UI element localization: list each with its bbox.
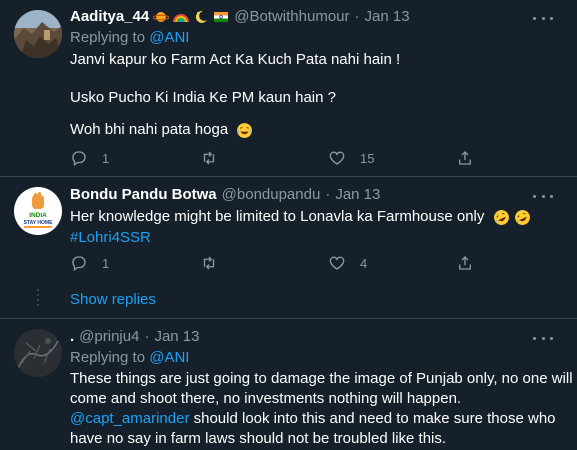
retweet-button[interactable] — [200, 147, 232, 169]
rainbow-emoji-icon — [173, 9, 190, 25]
retweet-icon — [203, 151, 215, 165]
tweet-bondupandu[interactable]: INDIA STAY HOME Bondu Pandu Botwa @bondu… — [0, 177, 577, 317]
reply-count: 1 — [102, 255, 110, 271]
tweet-text-line-with-emoji: Her knowledge might be limited to Lonavl… — [70, 207, 530, 227]
tweet-header: Aaditya_44 @Botwithhumour · Jan 13 — [70, 7, 410, 27]
share-icon — [459, 256, 471, 270]
tweet-text-line: have no say in farm laws should not be t… — [70, 430, 447, 447]
tweet-date[interactable]: Jan 13 — [335, 185, 380, 205]
like-count: 4 — [360, 255, 368, 271]
avatar[interactable] — [14, 329, 62, 377]
retweet-button[interactable] — [200, 252, 232, 274]
like-button[interactable]: 15 — [328, 147, 374, 169]
tweet-header: Bondu Pandu Botwa @bondupandu · Jan 13 — [70, 185, 380, 205]
tweet-date[interactable]: Jan 13 — [365, 7, 410, 27]
tweet-text-line-with-mention: @capt_amarinder should look into this an… — [70, 409, 556, 429]
replying-label: Replying to — [70, 349, 146, 366]
mention-link[interactable]: @capt_amarinder — [70, 410, 189, 427]
replying-to-mention[interactable]: @ANI — [149, 349, 189, 366]
ringed-planet-emoji-icon — [152, 9, 170, 25]
separator: · — [325, 186, 331, 203]
handle[interactable]: @bondupandu — [222, 185, 321, 205]
handle[interactable]: @Botwithhumour — [234, 7, 349, 27]
tweet-header: . @prinju4 · Jan 13 — [70, 327, 199, 347]
crescent-moon-emoji-icon — [193, 9, 209, 25]
reply-icon — [72, 151, 86, 167]
thread-continuation-line — [37, 289, 39, 309]
tweet-prinju[interactable]: . @prinju4 · Jan 13 Replying to @ANI The… — [0, 319, 577, 450]
replying-label: Replying to — [70, 29, 146, 46]
more-icon[interactable] — [533, 328, 553, 348]
rofl-emoji-icon — [514, 209, 530, 225]
reply-count: 1 — [102, 150, 110, 166]
tweet-text: Her knowledge might be limited to Lonavl… — [70, 208, 485, 225]
more-icon[interactable] — [533, 186, 553, 206]
tweet-text-line-with-emoji: Woh bhi nahi pata hoga — [70, 120, 253, 140]
more-icon[interactable] — [533, 8, 553, 28]
tweet-aaditya[interactable]: Aaditya_44 @Botwithhumour · Jan 13 Reply… — [0, 0, 577, 173]
tweet-text-line: These things are just going to damage th… — [70, 370, 573, 387]
replying-to: Replying to @ANI — [70, 28, 189, 48]
like-icon — [329, 151, 345, 165]
handle[interactable]: @prinju4 — [79, 327, 139, 347]
hashtag-link[interactable]: #Lohri4SSR — [70, 228, 151, 248]
tweet-actions: 1 15 — [0, 147, 577, 169]
share-button[interactable] — [456, 147, 474, 169]
tweet-text-line: Usko Pucho Ki India Ke PM kaun hain ? — [70, 89, 336, 106]
tweet-date[interactable]: Jan 13 — [154, 327, 199, 347]
india-flag-emoji-icon — [213, 9, 229, 25]
like-count: 15 — [360, 150, 375, 166]
share-button[interactable] — [456, 252, 474, 274]
replying-to-mention[interactable]: @ANI — [149, 29, 189, 46]
avatar[interactable] — [14, 10, 62, 58]
replying-to: Replying to @ANI — [70, 348, 189, 368]
show-replies-link[interactable]: Show replies — [70, 290, 156, 310]
laughing-emoji-icon — [236, 122, 253, 138]
like-icon — [329, 256, 345, 270]
tweet-text-line: Janvi kapur ko Farm Act Ka Kuch Pata nah… — [70, 51, 401, 68]
tweet-text: Woh bhi nahi pata hoga — [70, 121, 229, 138]
display-name[interactable]: Bondu Pandu Botwa — [70, 185, 217, 205]
reply-button[interactable]: 1 — [70, 147, 109, 169]
display-name[interactable]: . — [70, 327, 74, 347]
retweet-icon — [203, 256, 215, 270]
reply-icon — [72, 256, 86, 272]
avatar[interactable]: INDIA STAY HOME — [14, 187, 62, 235]
avatar-text: STAY HOME — [24, 220, 53, 226]
reply-button[interactable]: 1 — [70, 252, 109, 274]
tweet-actions: 1 4 — [0, 252, 577, 274]
display-name[interactable]: Aaditya_44 — [70, 7, 149, 27]
tweet-text-line: come and shoot there, no investments not… — [70, 390, 462, 407]
separator: · — [354, 8, 360, 25]
like-button[interactable]: 4 — [328, 252, 367, 274]
share-icon — [459, 151, 471, 165]
tweet-text: should look into this and need to make s… — [189, 410, 556, 427]
avatar-text: INDIA — [29, 212, 47, 219]
separator: · — [144, 328, 150, 345]
timeline: Aaditya_44 @Botwithhumour · Jan 13 Reply… — [0, 0, 577, 450]
rofl-emoji-icon — [493, 209, 509, 225]
